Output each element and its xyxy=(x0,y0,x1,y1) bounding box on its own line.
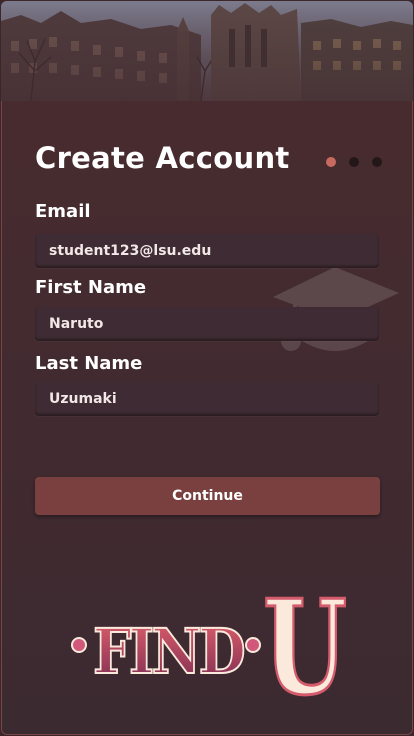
step-dot-1 xyxy=(326,157,336,167)
page-title: Create Account xyxy=(35,141,290,175)
email-field[interactable] xyxy=(35,234,379,268)
step-dot-3 xyxy=(372,157,382,167)
step-dot-2 xyxy=(349,157,359,167)
last-name-label: Last Name xyxy=(35,353,143,374)
email-label: Email xyxy=(35,201,91,222)
last-name-field[interactable] xyxy=(35,382,379,416)
first-name-field[interactable] xyxy=(35,307,379,341)
first-name-label: First Name xyxy=(35,277,147,298)
logo-word-find: FIND xyxy=(93,615,244,688)
create-account-screen: Create Account Email First Name Last Nam… xyxy=(1,1,413,735)
find-u-logo: FIND U xyxy=(67,575,357,701)
logo-word-u: U xyxy=(263,575,347,701)
step-indicator xyxy=(326,157,382,167)
continue-button[interactable]: Continue xyxy=(35,477,380,515)
campus-hero-image xyxy=(1,1,413,101)
